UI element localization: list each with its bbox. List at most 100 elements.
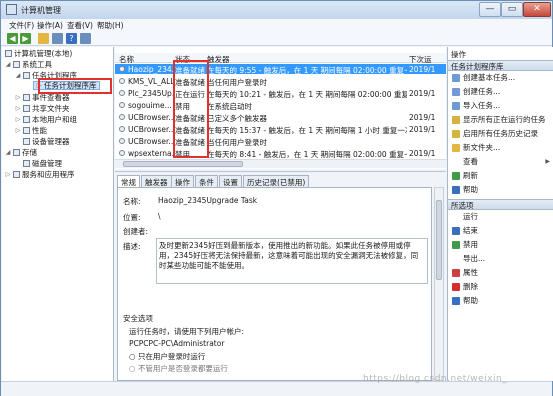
action-item[interactable]: 创建基本任务... — [448, 72, 553, 83]
action-item[interactable]: 删除 — [448, 281, 553, 292]
menu-view[interactable]: 查看(V) — [67, 20, 93, 31]
user-account-value: PCPCPC-PC\Administrator — [129, 339, 225, 348]
tree-shared-folders[interactable]: ▷ 共享文件夹 — [15, 104, 70, 113]
description-field[interactable]: 及时更新2345好压到最新版本，使用推出的新功能。如果此任务被停用或停用，234… — [156, 238, 428, 284]
menu-action[interactable]: 操作(A) — [37, 20, 63, 31]
task-row[interactable]: sogouime... 禁用 在系统启动时 — [115, 100, 446, 111]
tools-icon — [13, 61, 20, 68]
tree-storage[interactable]: ◢ 存储 — [5, 148, 37, 157]
close-button[interactable]: ✕ — [523, 2, 551, 17]
tree-event-viewer[interactable]: ▷ 事件查看器 — [15, 93, 70, 102]
new-folder-icon — [452, 143, 460, 152]
run-icon — [452, 213, 460, 221]
action-item[interactable]: 属性 — [448, 267, 553, 278]
help-icon[interactable]: ? — [66, 33, 77, 44]
action-item[interactable]: 新文件夹... — [448, 142, 553, 153]
tab-conditions[interactable]: 条件 — [195, 175, 218, 187]
properties-icon — [452, 268, 460, 277]
action-item[interactable]: 导出... — [448, 253, 553, 264]
tree-system-tools[interactable]: ◢ 系统工具 — [5, 60, 52, 69]
task-next-run: 2019/1 — [409, 89, 436, 98]
back-icon[interactable]: ◀ — [7, 33, 18, 44]
radio-logged-on-only[interactable]: ○ 只在用户登录时运行 — [129, 351, 205, 362]
radio-whether-logged-on[interactable]: ○ 不管用户是否登录都要运行 — [129, 363, 228, 374]
task-icon — [119, 102, 125, 108]
tab-triggers[interactable]: 触发器 — [141, 175, 172, 187]
tab-history[interactable]: 历史记录(已禁用) — [243, 175, 310, 187]
computer-icon — [5, 50, 12, 57]
tab-actions[interactable]: 操作 — [171, 175, 194, 187]
task-row[interactable]: UCBrowser... 准备就绪 在每天的 15:37 - 触发后，在 1 天 期… — [115, 124, 446, 135]
actions-pane: 操作 任务计划程序库 创建基本任务... 创建任务... 导入任务... 显示所有正在… — [447, 47, 553, 381]
action-item[interactable]: 创建任务... — [448, 86, 553, 97]
task-row[interactable]: UCBrowser... 准备就绪 当任何用户登录时 — [115, 136, 446, 147]
name-label: 名称: — [123, 197, 141, 206]
task-row[interactable]: wpsexterna...禁用在每天的 8:41 - 触发后，在 1 天 期间每… — [115, 148, 446, 159]
task-list: 名称 状态 触发器 下次运 Haozip_234...准备就绪在每天的 9:55… — [115, 47, 446, 169]
properties-icon[interactable] — [80, 33, 91, 44]
event-viewer-icon — [23, 94, 30, 101]
action-item[interactable]: 帮助 — [448, 295, 553, 306]
action-item[interactable]: 查看 ▶ — [448, 156, 553, 167]
delete-icon — [452, 282, 460, 291]
view-icon — [452, 158, 460, 166]
vscroll-thumb[interactable] — [436, 200, 442, 280]
disk-icon — [23, 160, 30, 167]
task-icon — [119, 78, 125, 84]
tree-device-manager[interactable]: 设备管理器 — [23, 137, 70, 146]
task-icon — [119, 66, 125, 72]
minimize-button[interactable]: — — [479, 2, 501, 17]
computer-management-window: 计算机管理 — ▭ ✕ 文件(F) 操作(A) 查看(V) 帮助(H) ◀ ▶ … — [0, 0, 553, 396]
help-icon — [452, 185, 460, 194]
forward-icon[interactable]: ▶ — [20, 33, 31, 44]
history-icon — [452, 129, 460, 138]
details-vscrollbar[interactable] — [434, 187, 444, 381]
action-item[interactable]: 结束 — [448, 225, 553, 236]
tab-settings[interactable]: 设置 — [219, 175, 242, 187]
radio-icon: ○ — [129, 352, 136, 361]
running-tasks-icon — [452, 115, 460, 124]
device-manager-icon — [23, 138, 30, 145]
location-value: \ — [158, 212, 161, 221]
task-row[interactable]: KMS_VL_ALL 准备就绪 当任何用户登录时 — [115, 76, 446, 87]
task-next-run: 2019/1 — [409, 113, 436, 122]
menu-file[interactable]: 文件(F) — [9, 20, 34, 31]
expand-icon[interactable]: ◢ — [5, 61, 11, 68]
end-icon — [452, 226, 460, 235]
action-item[interactable]: 显示所有正在运行的任务 — [448, 114, 553, 125]
action-item[interactable]: 帮助 — [448, 184, 553, 195]
task-icon — [119, 138, 125, 144]
radio-icon: ○ — [129, 364, 136, 373]
task-row[interactable]: Haozip_234...准备就绪在每天的 9:55 - 触发后，在 1 天 期… — [115, 64, 446, 75]
hscroll-thumb[interactable] — [123, 161, 243, 167]
task-name: Haozip_234... — [128, 65, 173, 74]
section-task-library[interactable]: 任务计划程序库 — [448, 60, 553, 71]
tree-services-apps[interactable]: ▷ 服务和应用程序 — [5, 170, 75, 179]
task-list-hscrollbar[interactable] — [115, 159, 446, 168]
task-row[interactable]: Plc_2345Up...正在运行在每天的 10:21 - 触发后，在 1 天 … — [115, 88, 446, 99]
tree-local-users[interactable]: ▷ 本地用户和组 — [15, 115, 77, 124]
expand-icon[interactable]: ◢ — [15, 72, 21, 79]
action-item[interactable]: 导入任务... — [448, 100, 553, 111]
create-basic-task-icon — [452, 73, 460, 82]
run-as-label: 运行任务时，请使用下列用户帐户: — [129, 327, 245, 336]
tree-root[interactable]: 计算机管理(本地) — [5, 49, 72, 58]
action-item[interactable]: 运行 — [448, 211, 553, 222]
create-task-icon — [452, 87, 460, 96]
maximize-button[interactable]: ▭ — [501, 2, 523, 17]
tree-performance[interactable]: ▷ 性能 — [15, 126, 47, 135]
up-folder-icon[interactable] — [38, 33, 49, 44]
task-icon — [119, 126, 125, 132]
task-trigger: 当任何用户登录时 — [207, 138, 267, 147]
section-selected-item[interactable]: 所选项 — [448, 199, 553, 210]
tree-disk-management[interactable]: 磁盘管理 — [23, 159, 62, 168]
task-details-pane: 常规 触发器 操作 条件 设置 历史记录(已禁用) 名称: Haozip_234… — [115, 171, 446, 381]
show-hide-tree-icon[interactable] — [52, 33, 63, 44]
task-trigger: 在系统启动时 — [207, 102, 252, 111]
action-item[interactable]: 启用所有任务历史记录 — [448, 128, 553, 139]
action-item[interactable]: 禁用 — [448, 239, 553, 250]
task-name: UCBrowser... — [128, 113, 173, 122]
task-row[interactable]: UCBrowser... 准备就绪 已定义多个触发器 2019/1 — [115, 112, 446, 123]
menu-help[interactable]: 帮助(H) — [97, 20, 124, 31]
action-item[interactable]: 刷新 — [448, 170, 553, 181]
